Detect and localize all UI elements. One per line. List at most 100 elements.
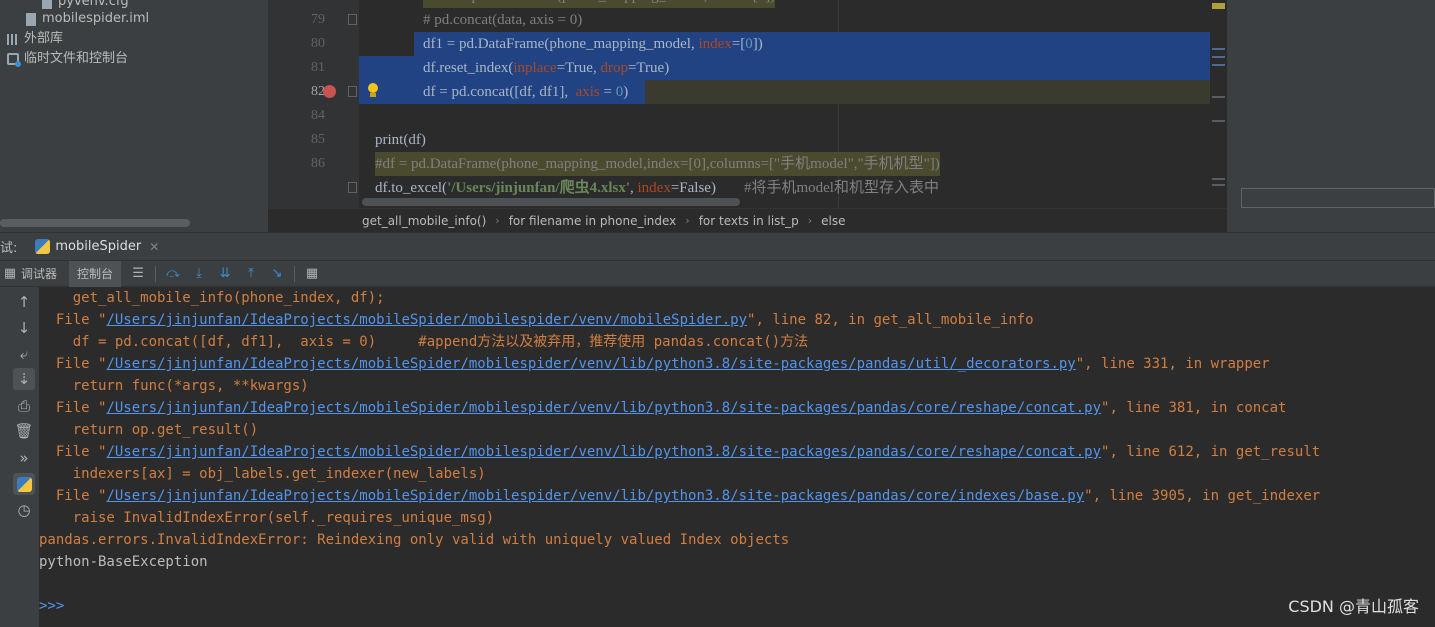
selection-marker[interactable]	[1212, 64, 1225, 66]
code-text: df1 = pd.DataFrame(phone_mapping_model, …	[423, 32, 763, 56]
code-token: drop	[600, 60, 628, 76]
occurrence-marker[interactable]	[1212, 184, 1225, 186]
occurrence-marker[interactable]	[1212, 178, 1225, 180]
code-line: # pd.concat(data, axis = 0)	[359, 8, 1227, 32]
code-token: index	[637, 180, 671, 196]
occurrence-marker[interactable]	[1212, 120, 1225, 122]
tab-console[interactable]: 控制台	[69, 260, 122, 287]
run-to-cursor-icon[interactable]: ↘	[268, 265, 286, 283]
lightbulb-icon[interactable]	[367, 83, 379, 99]
occurrence-marker[interactable]	[1212, 96, 1225, 98]
right-tool-panel	[1227, 0, 1435, 232]
evaluate-expression-icon[interactable]: ▦	[303, 265, 321, 283]
tree-item-iml[interactable]: mobilespider.iml	[24, 9, 149, 29]
tree-item-label: 外部库	[24, 31, 64, 46]
file-icon	[24, 12, 38, 26]
console-line: File "/Users/jinjunfan/IdeaProjects/mobi…	[39, 441, 1320, 463]
console-text: File "	[39, 312, 107, 328]
close-icon[interactable]: ✕	[149, 240, 159, 254]
line-number: 80	[311, 36, 325, 51]
toolbar-separator	[294, 265, 296, 282]
tree-item-external-libraries[interactable]: 外部库	[6, 29, 63, 49]
selection-marker[interactable]	[1212, 56, 1225, 58]
code-token: axis	[575, 84, 600, 100]
fold-marker[interactable]	[348, 86, 357, 97]
error-message: pandas.errors.InvalidIndexError: Reindex…	[39, 529, 789, 551]
warning-marker[interactable]	[1212, 3, 1225, 9]
tool-window-title: 试:	[0, 241, 18, 256]
trash-icon[interactable]: 🗑	[13, 420, 35, 442]
python-icon	[35, 239, 51, 254]
console-text: ", line 381, in concat	[1101, 400, 1287, 416]
code-token: =False)	[670, 180, 716, 196]
menu-icon[interactable]: ☰	[129, 265, 147, 283]
chevron-right-icon: ›	[495, 214, 500, 227]
console-line: get_all_mobile_info(phone_index, df);	[39, 287, 385, 309]
console-line: raise InvalidIndexError(self._requires_u…	[39, 507, 494, 529]
code-token: =[	[731, 36, 746, 52]
selection-marker[interactable]	[1212, 48, 1225, 50]
exception-name: python-BaseException	[39, 554, 208, 570]
console-output[interactable]: get_all_mobile_info(phone_index, df); Fi…	[39, 287, 1435, 627]
line-number: 86	[311, 156, 325, 171]
fold-marker[interactable]	[348, 14, 357, 25]
file-icon	[40, 0, 54, 9]
console-line: File "/Users/jinjunfan/IdeaProjects/mobi…	[39, 397, 1287, 419]
code-token: index	[698, 36, 732, 52]
project-horizontal-scrollbar[interactable]	[0, 219, 190, 227]
console-text: File "	[39, 444, 107, 460]
code-comment: #df = pd.DataFrame(phone_mapping_model,i…	[375, 152, 940, 176]
code-token: df1 = pd.DataFrame(phone_mapping_model,	[423, 36, 699, 52]
file-link[interactable]: /Users/jinjunfan/IdeaProjects/mobileSpid…	[106, 356, 1075, 372]
down-arrow-icon[interactable]: ↓	[13, 317, 35, 339]
print-icon[interactable]: ⎙	[13, 395, 35, 417]
file-link[interactable]: /Users/jinjunfan/IdeaProjects/mobileSpid…	[106, 488, 1084, 504]
editor-horizontal-scrollbar[interactable]	[362, 198, 740, 206]
step-into-icon[interactable]: ⤓	[190, 265, 208, 283]
toolbar-separator	[155, 265, 157, 282]
console-text: return op.get_result()	[39, 422, 259, 438]
file-link[interactable]: /Users/jinjunfan/IdeaProjects/mobileSpid…	[106, 400, 1101, 416]
editor-gutter[interactable]: 79 80 81 82 84 85 86	[268, 0, 359, 208]
code-token: = pd.concat([df, df1],	[435, 84, 576, 100]
project-tool-window: pyvenv.cfg mobilespider.iml 外部库 临时文件和控制台	[0, 0, 268, 232]
step-into-my-code-icon[interactable]: ⇊	[216, 265, 234, 283]
tab-debugger[interactable]: 调试器	[17, 261, 65, 287]
console-text: raise InvalidIndexError(self._requires_u…	[39, 510, 495, 526]
fold-marker[interactable]	[348, 182, 357, 193]
python-console-icon[interactable]	[13, 473, 35, 495]
error-stripe[interactable]	[1210, 0, 1227, 208]
code-token: =True,	[556, 60, 601, 76]
watermark: CSDN @青山孤客	[1288, 597, 1419, 616]
up-arrow-icon[interactable]: ↑	[13, 291, 35, 313]
run-config-tab[interactable]: mobileSpider ✕	[35, 239, 159, 254]
code-text: print(df)	[375, 132, 426, 148]
file-link[interactable]: /Users/jinjunfan/IdeaProjects/mobileSpid…	[106, 312, 747, 328]
more-icon[interactable]: »	[13, 447, 35, 469]
step-out-icon[interactable]: ⤒	[242, 265, 260, 283]
console-prompt[interactable]: >>>	[39, 595, 64, 617]
debug-toolbar: ▦ 调试器 控制台 ☰ ⤼ ⤓ ⇊ ⤒ ↘ ▦	[0, 260, 1435, 287]
console-text: ", line 3905, in get_indexer	[1084, 488, 1321, 504]
breadcrumb-item[interactable]: get_all_mobile_info()	[362, 214, 486, 228]
code-line-current: df = pd.concat([df, df1], axis = 0)	[359, 80, 1227, 104]
console-line: indexers[ax] = obj_labels.get_indexer(ne…	[39, 463, 486, 485]
breadcrumb-item[interactable]: for texts in list_p	[699, 214, 799, 228]
tree-item-scratches[interactable]: 临时文件和控制台	[6, 49, 128, 69]
file-link[interactable]: /Users/jinjunfan/IdeaProjects/mobileSpid…	[106, 444, 1101, 460]
breakpoint-icon[interactable]	[323, 85, 336, 98]
soft-wrap-icon[interactable]: ⤶	[13, 343, 35, 365]
step-over-icon[interactable]: ⤼	[164, 265, 182, 283]
code-line: df.to_excel('/Users/jinjunfan/爬虫4.xlsx',…	[359, 176, 1227, 200]
code-line: print(df)	[359, 128, 1227, 152]
code-token: 0	[745, 36, 753, 52]
scroll-to-end-icon[interactable]: ⇣	[13, 368, 35, 390]
console-text: df = pd.concat([df, df1], axis = 0) #app…	[39, 334, 809, 350]
code-editor[interactable]: 79 80 81 82 84 85 86 # data= pd.DataFram…	[268, 0, 1227, 208]
breadcrumb-item[interactable]: for filename in phone_index	[509, 214, 677, 228]
code-comment: # data= pd.DataFrame(phone_mapping_model…	[423, 0, 776, 8]
breadcrumb-item[interactable]: else	[821, 214, 845, 228]
panel-input[interactable]	[1241, 188, 1435, 208]
code-line: # data= pd.DataFrame(phone_mapping_model…	[359, 0, 1227, 8]
history-icon[interactable]: ◷	[13, 499, 35, 521]
